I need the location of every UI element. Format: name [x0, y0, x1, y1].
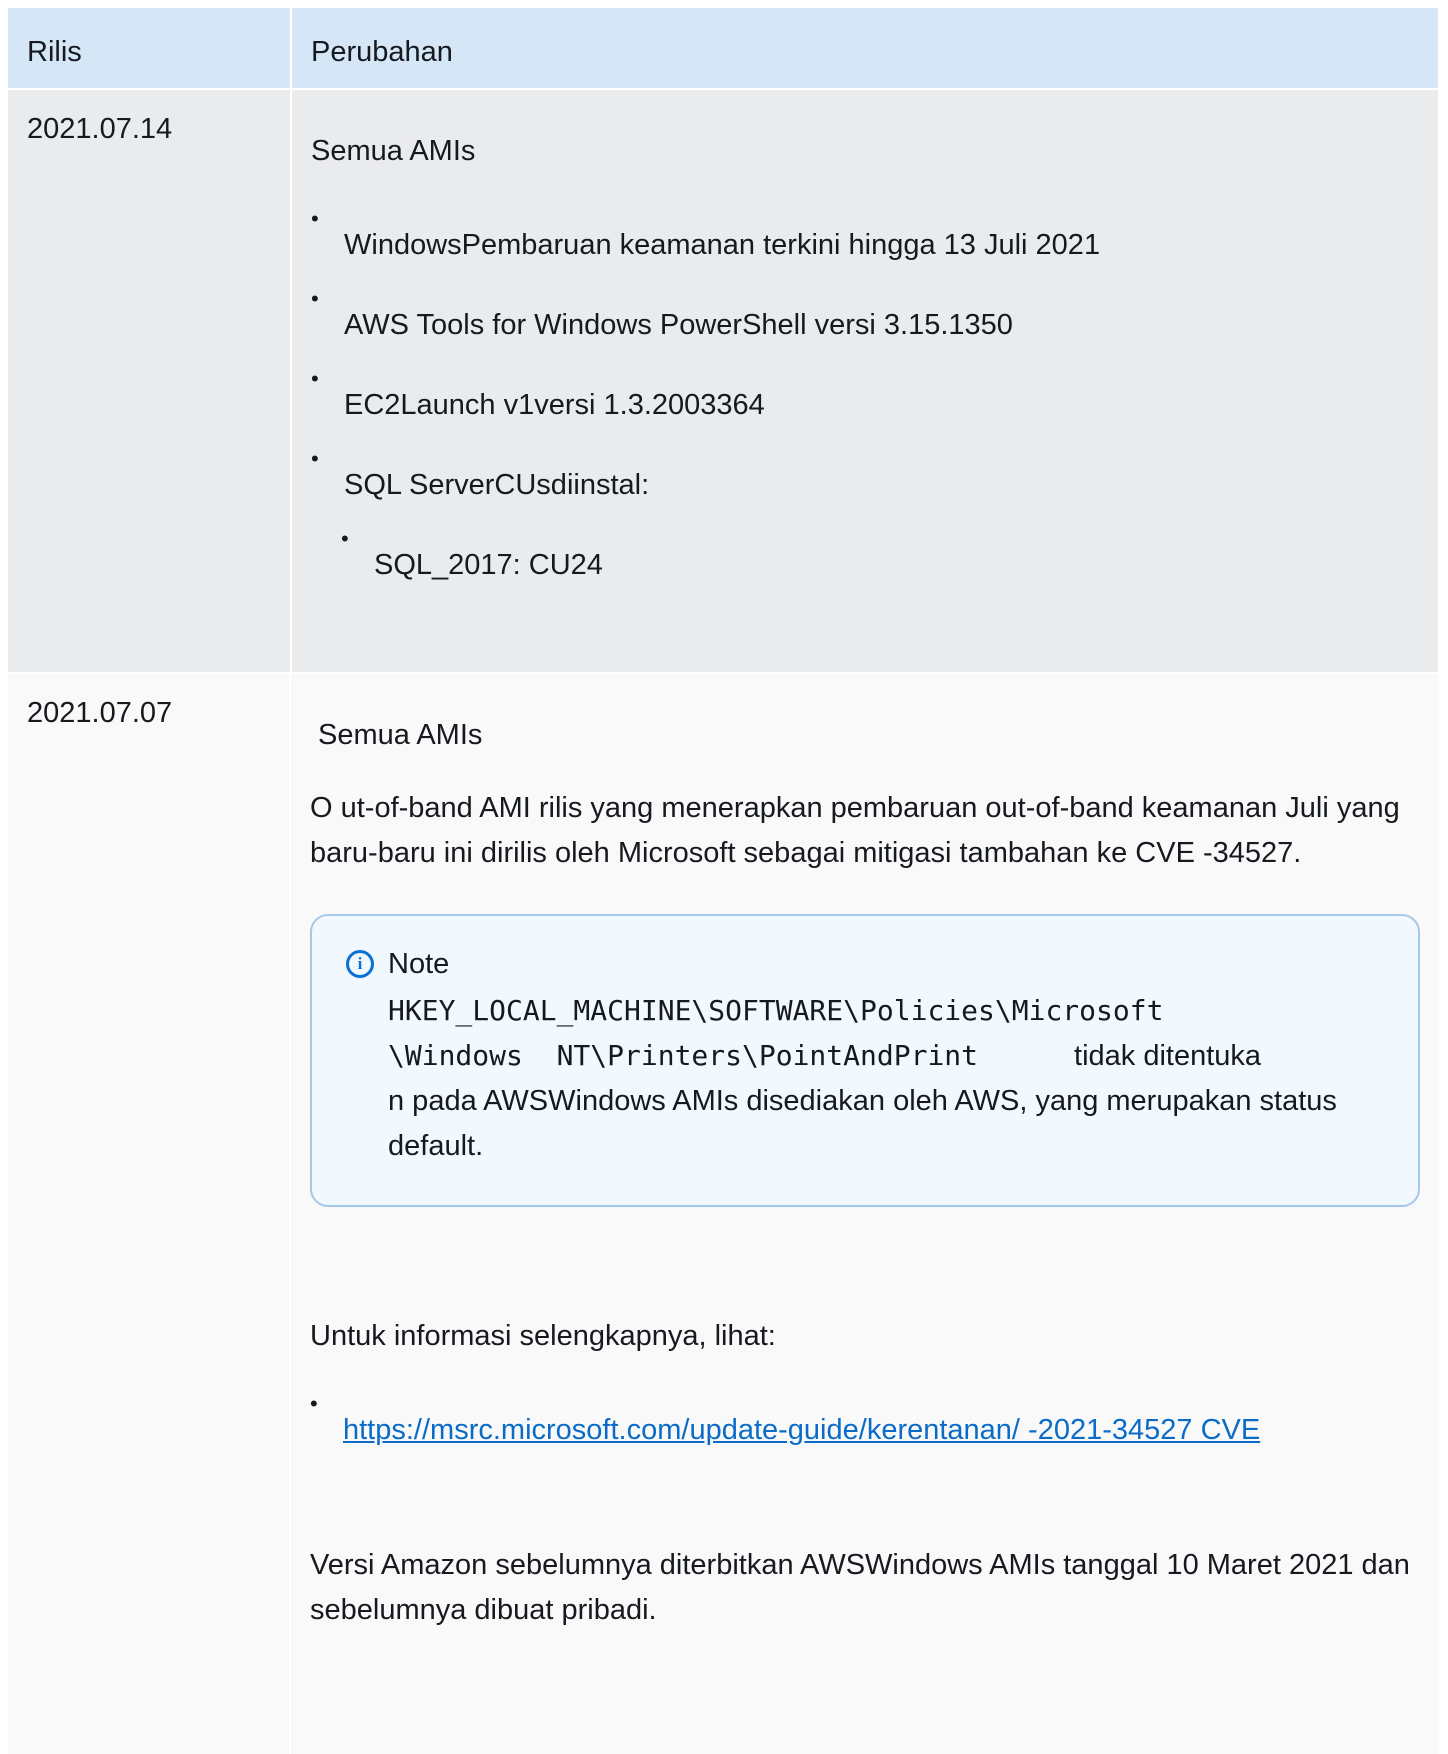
list-item-text: WindowsPembaruan keamanan terkini hingga…: [344, 229, 1101, 261]
table-header-row: Rilis Perubahan: [8, 8, 1438, 88]
previous-version-paragraph: Versi Amazon sebelumnya diterbitkan AWSW…: [310, 1549, 1410, 1626]
list-item-text: AWS Tools for Windows PowerShell versi 3…: [344, 309, 1013, 341]
bullet-icon: •: [341, 526, 349, 551]
bullet-icon: •: [311, 206, 319, 231]
release-notes-table: Rilis Perubahan 2021.07.14 Semua AMIs • …: [8, 8, 1438, 1754]
section-title: Semua AMIs: [311, 135, 476, 167]
release-date: 2021.07.07: [27, 697, 173, 729]
release-cell: 2021.07.14: [8, 90, 292, 672]
note-callout: i Note HKEY_LOCAL_MACHINE\SOFTWARE\Polic…: [310, 914, 1420, 1207]
note-body: HKEY_LOCAL_MACHINE\SOFTWARE\Policies\Mic…: [346, 988, 1386, 1169]
section-title: Semua AMIs: [318, 719, 483, 751]
table-row: 2021.07.14 Semua AMIs • WindowsPembaruan…: [8, 88, 1438, 672]
more-info-text: Untuk informasi selengkapnya, lihat:: [310, 1320, 776, 1352]
list-item-text: SQL ServerCUsdiinstal:: [344, 469, 650, 501]
note-text-2: n pada AWSWindows AMIs disediakan oleh A…: [388, 1085, 1337, 1162]
list-item: • EC2Launch v1versi 1.3.2003364: [311, 368, 1420, 426]
list-item: • https://msrc.microsoft.com/update-guid…: [310, 1393, 1420, 1451]
header-perubahan: Perubahan: [311, 36, 453, 68]
description-paragraph: O ut-of-band AMI rilis yang menerapkan p…: [310, 792, 1400, 869]
registry-path-line-1: HKEY_LOCAL_MACHINE\SOFTWARE\Policies\Mic…: [388, 994, 1164, 1027]
changes-cell: Semua AMIs • WindowsPembaruan keamanan t…: [292, 90, 1438, 672]
list-item: • SQL ServerCUsdiinstal:: [311, 448, 1420, 506]
bullet-icon: •: [311, 446, 319, 471]
list-item-text: EC2Launch v1versi 1.3.2003364: [344, 389, 765, 421]
list-item: • WindowsPembaruan keamanan terkini hing…: [311, 208, 1420, 266]
bullet-icon: •: [311, 286, 319, 311]
release-date: 2021.07.14: [27, 113, 173, 145]
note-title: Note: [388, 948, 450, 980]
sub-list-item: • SQL_2017: CU24: [341, 528, 1420, 586]
note-text-1: tidak ditentuka: [1074, 1040, 1262, 1072]
table-row: 2021.07.07 Semua AMIs O ut-of-band AMI r…: [8, 672, 1438, 1754]
header-rilis: Rilis: [8, 8, 292, 88]
info-icon: i: [346, 950, 374, 978]
bullet-icon: •: [311, 366, 319, 391]
bullet-icon: •: [310, 1391, 318, 1416]
sub-list-item-text: SQL_2017: CU24: [374, 549, 603, 581]
cve-link[interactable]: https://msrc.microsoft.com/update-guide/…: [343, 1414, 1260, 1446]
registry-path-line-2: \Windows NT\Printers\PointAndPrint: [388, 1039, 979, 1072]
list-item: • AWS Tools for Windows PowerShell versi…: [311, 288, 1420, 346]
release-cell: 2021.07.07: [8, 674, 291, 1754]
note-header: i Note: [346, 946, 1386, 982]
changes-cell: Semua AMIs O ut-of-band AMI rilis yang m…: [291, 674, 1438, 1754]
